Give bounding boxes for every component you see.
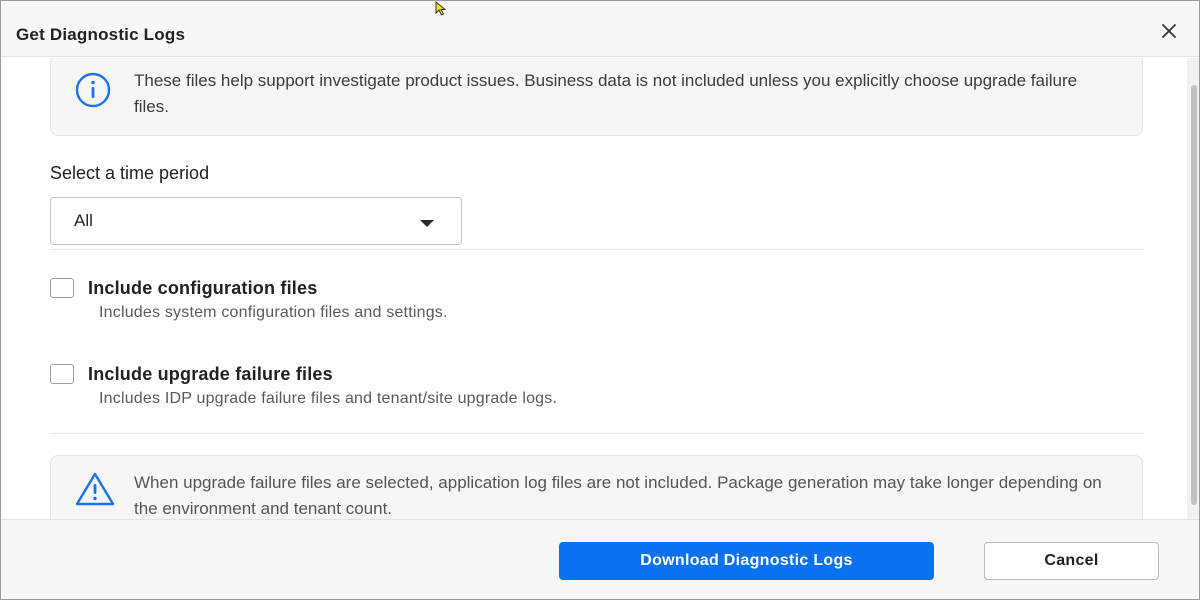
dialog-title: Get Diagnostic Logs xyxy=(16,25,186,44)
scrollbar-thumb[interactable] xyxy=(1191,85,1197,505)
configuration-files-checkbox[interactable] xyxy=(50,278,74,298)
download-diagnostic-logs-button[interactable]: Download Diagnostic Logs xyxy=(559,542,934,580)
option-title: Include configuration files xyxy=(88,278,318,298)
scrollbar[interactable] xyxy=(1187,58,1199,519)
close-icon[interactable] xyxy=(1159,21,1179,41)
dialog-header: Get Diagnostic Logs xyxy=(1,1,1199,57)
dialog-footer: Download Diagnostic Logs Cancel xyxy=(1,519,1199,599)
time-period-label: Select a time period xyxy=(50,163,210,183)
warning-icon xyxy=(75,472,115,506)
diagnostic-logs-dialog: Get Diagnostic Logs These files help sup… xyxy=(0,0,1200,600)
info-icon xyxy=(75,72,111,108)
divider xyxy=(50,249,1143,250)
option-description: Includes IDP upgrade failure files and t… xyxy=(99,390,558,407)
warning-text: When upgrade failure files are selected,… xyxy=(134,473,1102,518)
time-period-value: All xyxy=(74,211,93,230)
info-banner: These files help support investigate pro… xyxy=(50,58,1143,136)
warning-banner: When upgrade failure files are selected,… xyxy=(50,455,1143,519)
time-period-select[interactable]: All xyxy=(50,197,462,245)
caret-down-icon xyxy=(419,216,435,227)
dialog-body: These files help support investigate pro… xyxy=(1,58,1199,519)
cancel-button[interactable]: Cancel xyxy=(984,542,1159,580)
upgrade-failure-files-checkbox[interactable] xyxy=(50,364,74,384)
option-configuration-files: Include configuration files Includes sys… xyxy=(50,278,950,338)
info-text: These files help support investigate pro… xyxy=(134,71,1078,116)
option-title: Include upgrade failure files xyxy=(88,364,333,384)
option-upgrade-failure-files: Include upgrade failure files Includes I… xyxy=(50,364,950,424)
divider xyxy=(50,433,1143,434)
mouse-pointer-icon xyxy=(435,1,449,17)
option-description: Includes system configuration files and … xyxy=(99,304,448,321)
